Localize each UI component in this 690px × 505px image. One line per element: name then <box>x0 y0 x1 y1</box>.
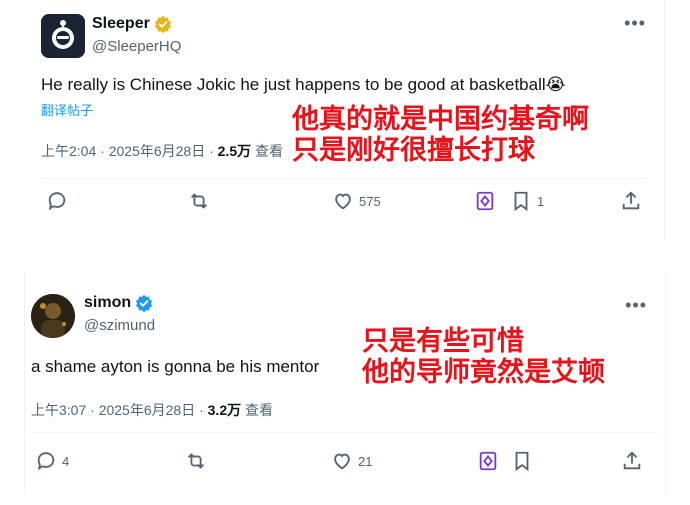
display-name[interactable]: simon <box>84 294 153 312</box>
annotation-line: 只是刚好很擅长打球 <box>292 135 535 166</box>
bookmark-button[interactable] <box>511 450 538 472</box>
views-label: 查看 <box>251 143 283 159</box>
tweet-text: He really is Chinese Jokic he just happe… <box>41 75 566 95</box>
retweet-icon <box>191 193 207 209</box>
tweet-text: a shame ayton is gonna be his mentor <box>31 357 320 376</box>
tweet-meta: 上午2:04 · 2025年6月28日 · 2.5万 查看 <box>41 141 283 161</box>
handle[interactable]: @SleeperHQ <box>92 38 181 55</box>
handle[interactable]: @szimund <box>84 317 155 334</box>
verified-blue-icon <box>136 294 153 312</box>
retweet-button[interactable] <box>185 450 212 472</box>
translate-link[interactable]: 翻译帖子 <box>41 100 93 119</box>
sleeper-logo-icon <box>41 14 85 58</box>
verified-gold-icon <box>154 15 171 33</box>
reply-icon <box>37 452 55 471</box>
divider <box>31 432 659 433</box>
share-button[interactable] <box>620 190 642 212</box>
reply-count: 4 <box>62 453 70 469</box>
share-button[interactable] <box>621 450 643 472</box>
grok-icon <box>476 191 494 211</box>
display-name[interactable]: Sleeper <box>92 15 172 33</box>
separator <box>0 240 690 272</box>
annotation-line: 只是有些可惜 <box>362 326 524 357</box>
annotation-first: 他真的就是中国约基奇啊 只是刚好很擅长打球 <box>292 104 589 166</box>
more-icon[interactable]: ••• <box>625 296 647 314</box>
avatar[interactable] <box>41 14 85 58</box>
retweet-icon <box>188 453 204 469</box>
share-icon <box>623 451 641 470</box>
share-icon <box>622 191 640 210</box>
reply-icon <box>48 192 66 211</box>
like-icon <box>334 453 350 470</box>
timestamp[interactable]: 上午3:07 · 2025年6月28日 · <box>31 402 208 418</box>
tweet-meta: 上午3:07 · 2025年6月28日 · 3.2万 查看 <box>31 400 273 420</box>
display-name-text[interactable]: simon <box>84 294 131 312</box>
page: Sleeper @SleeperHQ ••• He really is Chin… <box>0 0 690 505</box>
annotation-second: 只是有些可惜 他的导师竟然是艾顿 <box>362 326 605 388</box>
tweet-text-content: He really is Chinese Jokic he just happe… <box>41 75 546 94</box>
like-count: 21 <box>358 453 373 469</box>
display-name-text[interactable]: Sleeper <box>92 15 150 33</box>
more-icon[interactable]: ••• <box>624 14 646 32</box>
timestamp[interactable]: 上午2:04 · 2025年6月28日 · <box>41 143 218 159</box>
avatar[interactable] <box>31 294 75 338</box>
reply-button[interactable] <box>46 190 73 212</box>
grok-button[interactable] <box>474 190 496 212</box>
crying-emoji-icon: 😭 <box>545 75 566 94</box>
grok-icon <box>479 451 497 471</box>
views-count: 3.2万 <box>207 402 242 418</box>
action-bar: 4 21 <box>25 450 665 480</box>
grok-button[interactable] <box>477 450 499 472</box>
views-count: 2.5万 <box>217 143 252 159</box>
profile-photo-icon <box>31 294 75 338</box>
action-bar: 575 1 <box>24 190 664 220</box>
like-icon <box>335 193 351 210</box>
bookmark-count: 1 <box>537 193 545 209</box>
annotation-line: 他的导师竟然是艾顿 <box>362 357 605 388</box>
like-count: 575 <box>359 193 381 209</box>
like-button[interactable]: 21 <box>331 450 372 472</box>
annotation-line: 他真的就是中国约基奇啊 <box>292 104 589 135</box>
views-label: 查看 <box>241 402 273 418</box>
bookmark-icon <box>515 451 529 472</box>
divider <box>41 178 647 179</box>
retweet-button[interactable] <box>188 190 215 212</box>
bookmark-icon <box>514 191 528 212</box>
reply-button[interactable]: 4 <box>35 450 69 472</box>
bookmark-button[interactable]: 1 <box>510 190 544 212</box>
like-button[interactable]: 575 <box>332 190 381 212</box>
